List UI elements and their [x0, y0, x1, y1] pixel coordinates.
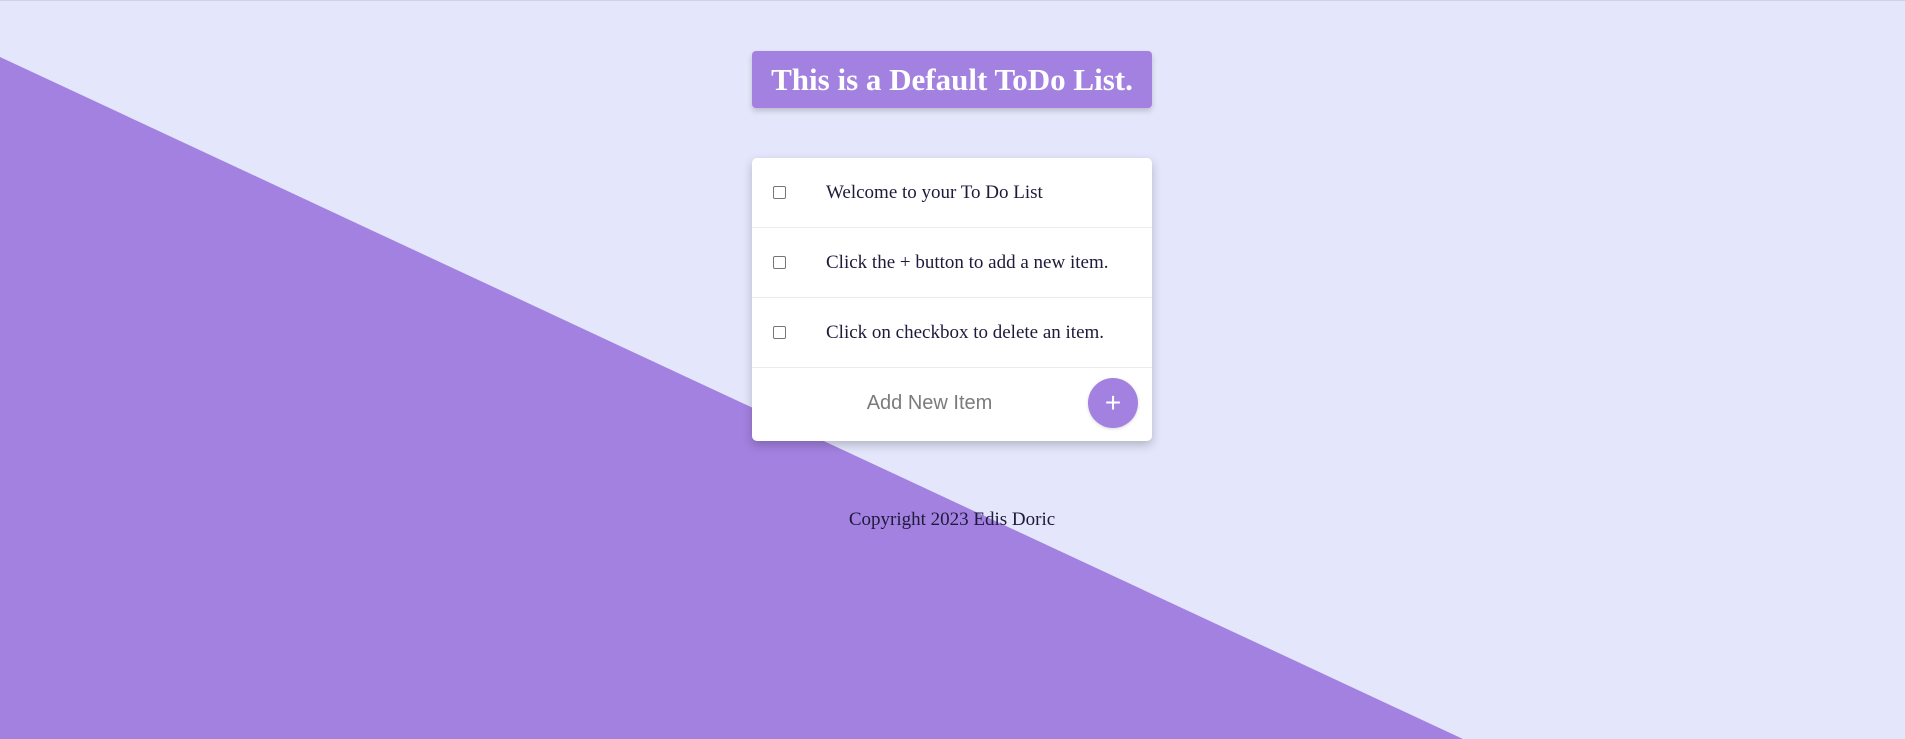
top-divider	[0, 0, 1905, 1]
add-item-button[interactable]: +	[1088, 378, 1138, 428]
todo-checkbox[interactable]	[773, 256, 786, 269]
todo-item-label: Click on checkbox to delete an item.	[826, 321, 1105, 343]
todo-item: Welcome to your To Do List	[752, 158, 1152, 228]
page-title: This is a Default ToDo List.	[771, 61, 1133, 97]
add-item-row: +	[752, 368, 1152, 439]
new-item-input[interactable]	[752, 381, 1082, 425]
todo-checkbox[interactable]	[773, 326, 786, 339]
footer-copyright: Copyright 2023 Edis Doric	[848, 509, 1056, 530]
todo-item: Click the + button to add a new item.	[752, 228, 1152, 298]
todo-item: Click on checkbox to delete an item.	[752, 298, 1152, 368]
page-title-box: This is a Default ToDo List.	[752, 51, 1152, 108]
todo-item-label: Welcome to your To Do List	[826, 181, 1043, 203]
todo-card: Welcome to your To Do List Click the + b…	[752, 158, 1152, 441]
todo-item-label: Click the + button to add a new item.	[826, 251, 1109, 273]
plus-icon: +	[1104, 387, 1122, 418]
todo-checkbox[interactable]	[773, 186, 786, 199]
